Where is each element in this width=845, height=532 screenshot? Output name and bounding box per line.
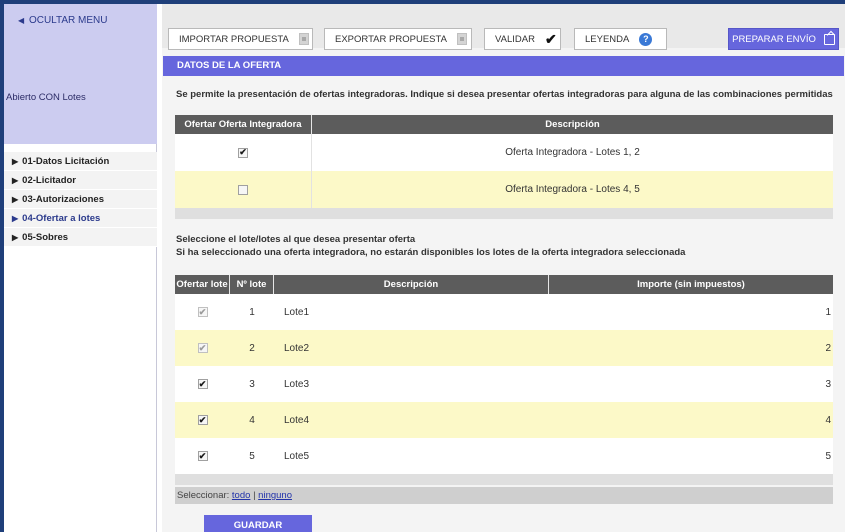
integrated-offers-table: Ofertar Oferta Integradora Descripción ✔… (175, 115, 833, 219)
column-header: Ofertar Oferta Integradora (175, 115, 312, 134)
table-row: ✔ 5 Lote5 5 (175, 438, 833, 474)
table-row: ✔ 3 Lote3 3 (175, 366, 833, 402)
checkmark-icon: ✔ (544, 30, 557, 47)
lot-number: 4 (249, 414, 255, 426)
sidebar-item-ofertar-lotes[interactable]: ▶ 04-Ofertar a lotes (4, 209, 157, 228)
table-row: Oferta Integradora - Lotes 4, 5 (175, 171, 833, 208)
table-row: ✔ Oferta Integradora - Lotes 1, 2 (175, 134, 833, 171)
validate-button[interactable]: VALIDAR ✔ (484, 28, 561, 50)
select-prefix: Seleccionar: (177, 490, 230, 501)
prepare-send-button[interactable]: PREPARAR ENVÍO (728, 28, 839, 50)
caret-left-icon: ◀ (18, 16, 25, 25)
table-header: Ofertar lote Nº lote Descripción Importe… (175, 275, 833, 294)
caret-right-icon: ▶ (12, 195, 19, 204)
select-bar: Seleccionar: todo | ninguno (175, 487, 833, 504)
offer-description: Oferta Integradora - Lotes 4, 5 (505, 184, 640, 195)
import-icon (298, 33, 309, 45)
sidebar-nav: ▶ 01-Datos Licitación ▶ 02-Licitador ▶ 03-A… (4, 152, 157, 247)
select-none-link[interactable]: ninguno (258, 490, 292, 501)
sidebar-item-sobres[interactable]: ▶ 05-Sobres (4, 228, 157, 247)
legend-label: LEYENDA (585, 33, 630, 45)
table-cell: ✔ (175, 415, 230, 425)
lot-description: Lote5 (284, 450, 310, 462)
table-cell: ✔ (175, 134, 312, 171)
table-footer (175, 208, 833, 219)
caret-right-icon: ▶ (12, 233, 19, 242)
lots-table: Ofertar lote Nº lote Descripción Importe… (175, 275, 833, 485)
lot-amount: 4 (825, 414, 831, 426)
sidebar-header: ◀ OCULTAR MENU Abierto CON Lotes (4, 4, 157, 144)
table-row: ✔ 1 Lote1 1 (175, 294, 833, 330)
table-cell: ✔ (175, 343, 230, 353)
import-proposal-label: IMPORTAR PROPUESTA (179, 33, 289, 45)
sidebar-item-label: 02-Licitador (22, 175, 77, 186)
caret-right-icon: ▶ (12, 157, 19, 166)
procedure-type-label: Abierto CON Lotes (6, 92, 86, 103)
select-separator: | (253, 490, 256, 501)
lot-number: 3 (249, 378, 255, 390)
prepare-send-label: PREPARAR ENVÍO (732, 33, 816, 45)
help-icon: ? (639, 32, 653, 46)
lot-description: Lote4 (284, 414, 310, 426)
lot-number: 1 (249, 306, 255, 318)
hide-menu-label: OCULTAR MENU (28, 15, 108, 26)
offer-description: Oferta Integradora - Lotes 1, 2 (505, 147, 640, 158)
caret-right-icon: ▶ (12, 176, 19, 185)
sidebar-item-licitador[interactable]: ▶ 02-Licitador (4, 171, 157, 190)
sidebar-item-autorizaciones[interactable]: ▶ 03-Autorizaciones (4, 190, 157, 209)
import-proposal-button[interactable]: IMPORTAR PROPUESTA (168, 28, 313, 50)
lot-checkbox[interactable]: ✔ (197, 343, 208, 353)
export-proposal-button[interactable]: EXPORTAR PROPUESTA (324, 28, 472, 50)
lots-instruction: Seleccione el lote/lotes al que desea pr… (176, 234, 416, 245)
export-proposal-label: EXPORTAR PROPUESTA (335, 33, 447, 45)
table-cell: ✔ (175, 307, 230, 317)
integrated-offer-checkbox[interactable] (238, 184, 248, 195)
sidebar-item-label: 05-Sobres (22, 232, 69, 243)
hide-menu-link[interactable]: ◀ OCULTAR MENU (18, 15, 107, 26)
table-header: Ofertar Oferta Integradora Descripción (175, 115, 833, 134)
select-all-link[interactable]: todo (232, 490, 251, 501)
table-footer (175, 474, 833, 485)
table-row: ✔ 4 Lote4 4 (175, 402, 833, 438)
caret-right-icon: ▶ (12, 214, 19, 223)
main-content: IMPORTAR PROPUESTA EXPORTAR PROPUESTA VA… (162, 4, 845, 532)
validate-label: VALIDAR (495, 33, 535, 45)
sidebar-item-label: 03-Autorizaciones (22, 194, 104, 205)
lot-amount: 3 (825, 378, 831, 390)
lots-note: Si ha seleccionado una oferta integrador… (176, 247, 686, 258)
lot-amount: 2 (825, 342, 831, 354)
lot-number: 2 (249, 342, 255, 354)
lot-checkbox[interactable]: ✔ (197, 379, 208, 389)
table-cell: ✔ (175, 451, 230, 461)
sidebar-item-label: 01-Datos Licitación (22, 156, 110, 167)
sidebar-item-datos-licitacion[interactable]: ▶ 01-Datos Licitación (4, 152, 157, 171)
export-icon (456, 33, 467, 45)
lot-checkbox[interactable]: ✔ (197, 415, 208, 425)
integrated-offer-intro: Se permite la presentación de ofertas in… (176, 89, 833, 100)
lot-amount: 5 (825, 450, 831, 462)
column-header: Ofertar lote (175, 275, 230, 294)
table-cell (175, 171, 312, 208)
table-row: ✔ 2 Lote2 2 (175, 330, 833, 366)
table-cell: ✔ (175, 379, 230, 389)
lot-description: Lote1 (284, 306, 310, 318)
column-header: Nº lote (230, 275, 274, 294)
column-header: Importe (sin impuestos) (637, 279, 745, 290)
lot-checkbox[interactable]: ✔ (197, 451, 208, 461)
section-title: DATOS DE LA OFERTA (163, 56, 844, 76)
sidebar: ◀ OCULTAR MENU Abierto CON Lotes ▶ 01-Dat… (4, 4, 157, 532)
send-icon (823, 33, 835, 45)
lot-amount: 1 (825, 306, 831, 318)
lot-description: Lote3 (284, 378, 310, 390)
integrated-offer-checkbox[interactable]: ✔ (238, 147, 248, 158)
save-button[interactable]: GUARDAR (204, 515, 312, 532)
legend-button[interactable]: LEYENDA ? (574, 28, 667, 50)
lot-description: Lote2 (284, 342, 310, 354)
lot-number: 5 (249, 450, 255, 462)
column-header: Descripción (545, 119, 600, 130)
column-header: Descripción (274, 275, 549, 294)
sidebar-item-label: 04-Ofertar a lotes (22, 213, 101, 224)
lot-checkbox[interactable]: ✔ (197, 307, 208, 317)
